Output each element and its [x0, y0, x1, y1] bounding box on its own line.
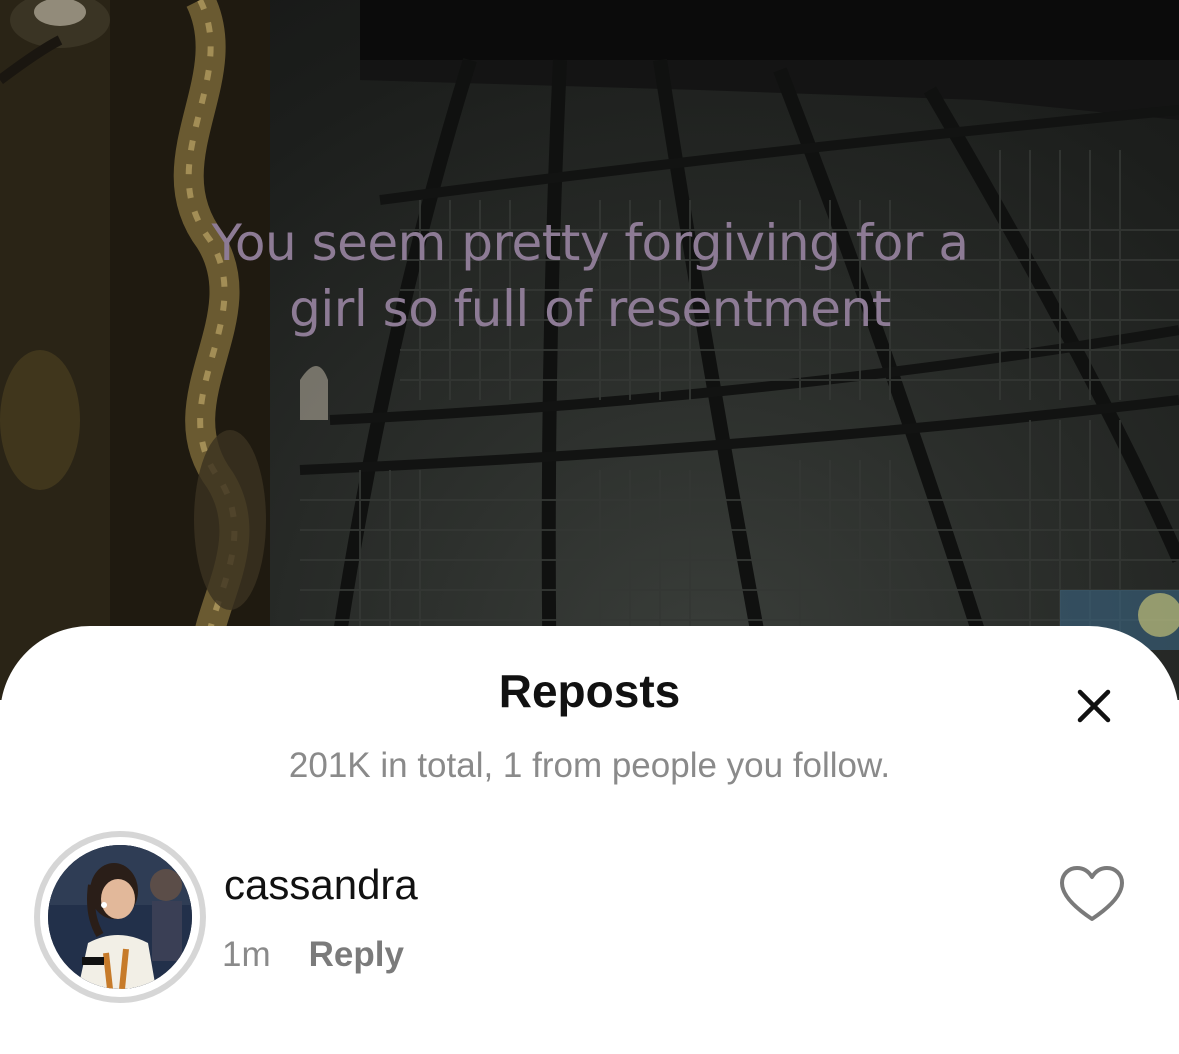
dome-ceiling-illustration	[0, 0, 1179, 700]
like-button[interactable]	[1058, 865, 1126, 925]
sheet-title: Reposts	[498, 665, 681, 717]
caption-line-1: You seem pretty forgiving for a	[211, 214, 970, 272]
repost-row[interactable]: cassandra 1m Reply	[0, 831, 1179, 1003]
reposts-summary: 201K in total, 1 from people you follow.	[288, 746, 891, 785]
close-icon	[1077, 689, 1111, 723]
reply-button[interactable]: Reply	[309, 935, 404, 975]
repost-meta: 1m Reply	[222, 935, 404, 975]
close-button[interactable]	[1066, 678, 1122, 734]
repost-username[interactable]: cassandra	[224, 861, 418, 909]
video-background[interactable]: You seem pretty forgiving for a girl so …	[0, 0, 1179, 700]
reposts-sheet: Reposts 201K in total, 1 from people you…	[0, 626, 1179, 1054]
avatar-image	[48, 845, 192, 989]
screen: You seem pretty forgiving for a girl so …	[0, 0, 1179, 1054]
caption-line-2: girl so full of resentment	[289, 280, 891, 338]
repost-time: 1m	[222, 935, 271, 974]
avatar[interactable]	[34, 831, 206, 1003]
heart-outline-icon	[1060, 866, 1124, 921]
video-caption: You seem pretty forgiving for a girl so …	[150, 210, 1030, 342]
